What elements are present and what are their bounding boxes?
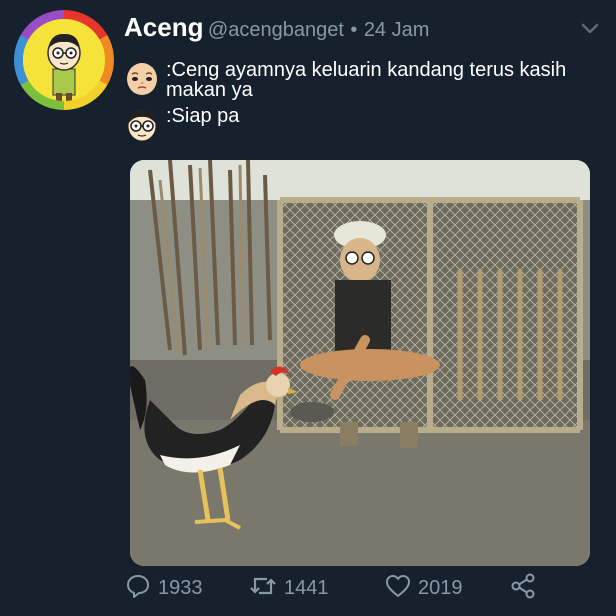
chevron-down-icon[interactable] xyxy=(580,22,600,41)
heart-icon xyxy=(384,572,412,605)
display-name[interactable]: Aceng xyxy=(124,12,203,42)
message-text: :Ceng ayamnya keluarin kandang terus kas… xyxy=(166,59,567,101)
profile-avatar[interactable] xyxy=(14,10,114,110)
tweet-actions-bar: 1933 1441 2019 xyxy=(124,570,564,606)
reply-count: 1933 xyxy=(158,576,203,599)
avatar-cartoon-image xyxy=(23,19,105,101)
retweet-count: 1441 xyxy=(284,576,329,599)
timestamp[interactable]: 24 Jam xyxy=(364,19,430,41)
message-text: :Siap pa xyxy=(166,105,240,127)
reply-icon xyxy=(124,572,152,605)
retweet-button[interactable]: 1441 xyxy=(248,570,329,606)
tweet-message-line: :Siap pa xyxy=(122,104,239,144)
separator-dot: • xyxy=(350,19,358,41)
reply-button[interactable]: 1933 xyxy=(124,570,203,606)
like-count: 2019 xyxy=(418,576,463,599)
tweet-card: Aceng @acengbanget • 24 Jam :Ceng ayamny… xyxy=(0,0,616,616)
glasses-face-icon xyxy=(122,104,162,144)
retweet-icon xyxy=(248,572,278,605)
share-icon xyxy=(508,572,538,605)
tweet-message-line: :Ceng ayamnya keluarin kandang terus kas… xyxy=(122,58,586,100)
tweet-header: Aceng @acengbanget • 24 Jam xyxy=(124,12,429,43)
user-handle[interactable]: @acengbanget xyxy=(208,19,344,41)
share-button[interactable] xyxy=(508,570,538,606)
baby-face-icon xyxy=(122,58,162,98)
tweet-photo[interactable] xyxy=(130,160,590,566)
like-button[interactable]: 2019 xyxy=(384,570,463,606)
